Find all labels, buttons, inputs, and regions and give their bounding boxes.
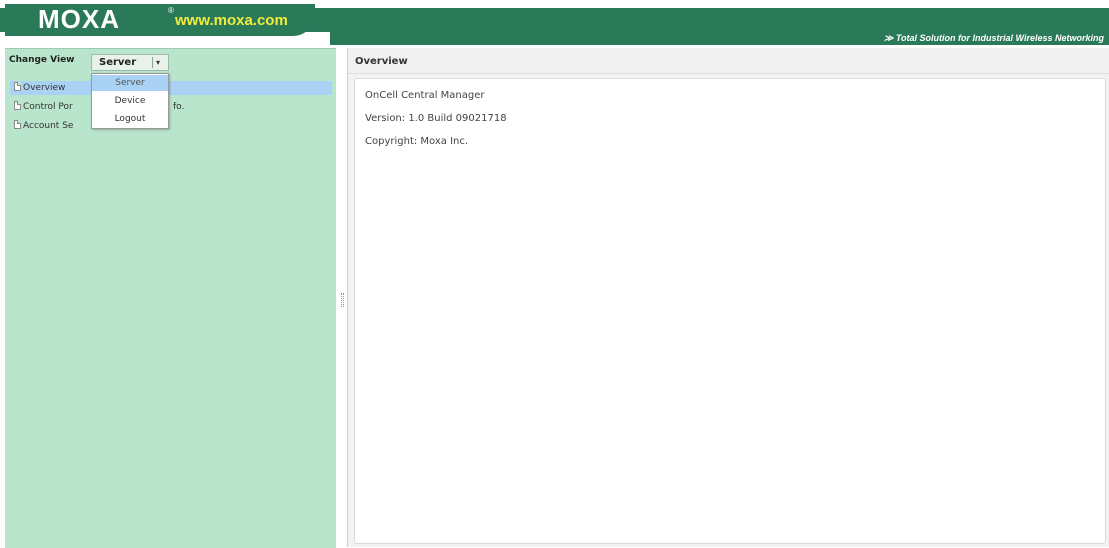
tree-item-control-port-suffix[interactable]: fo. [173, 100, 184, 114]
content-header: Overview [348, 48, 1109, 74]
document-icon [14, 82, 21, 91]
tree-item-account-settings[interactable]: Account Se [14, 119, 73, 133]
view-select-value: Server [99, 57, 137, 68]
tree-item-control-port[interactable]: Control Por [14, 100, 73, 114]
document-icon [14, 120, 21, 129]
view-select[interactable]: Server ▾ [91, 54, 169, 71]
app-header: MOXA ® www.moxa.com ≫ Total Solution for… [0, 0, 1109, 45]
panel-splitter[interactable] [340, 48, 347, 547]
version-text: Version: 1.0 Build 09021718 [365, 113, 507, 124]
tree-item-label: Control Por [23, 102, 73, 112]
sidebar: Change View Server ▾ Overview Control Po… [5, 48, 336, 548]
menu-item-device[interactable]: Device [92, 93, 168, 109]
view-dropdown-menu: Server Device Logout [91, 73, 169, 129]
menu-item-server[interactable]: Server [92, 75, 168, 91]
tagline-text: ≫ Total Solution for Industrial Wireless… [853, 32, 1104, 45]
page-title: Overview [355, 56, 408, 67]
document-icon [14, 101, 21, 110]
tree-item-label: Account Se [23, 121, 74, 131]
chevron-down-icon[interactable]: ▾ [156, 55, 160, 70]
tree-item-overview[interactable]: Overview [10, 81, 332, 95]
moxa-url-link[interactable]: www.moxa.com [175, 10, 288, 32]
product-name: OnCell Central Manager [365, 90, 485, 101]
tree-item-label-suffix: fo. [173, 102, 185, 112]
select-divider [152, 57, 153, 68]
registered-mark: ® [168, 6, 174, 15]
menu-item-logout[interactable]: Logout [92, 111, 168, 127]
tree-item-label: Overview [23, 83, 66, 93]
copyright-text: Copyright: Moxa Inc. [365, 136, 469, 147]
content-body: OnCell Central Manager Version: 1.0 Buil… [354, 78, 1106, 544]
splitter-grip-icon[interactable] [341, 293, 344, 307]
moxa-logo: MOXA [38, 4, 120, 34]
content-panel: Overview OnCell Central Manager Version:… [347, 48, 1109, 547]
change-view-label: Change View [9, 55, 75, 65]
